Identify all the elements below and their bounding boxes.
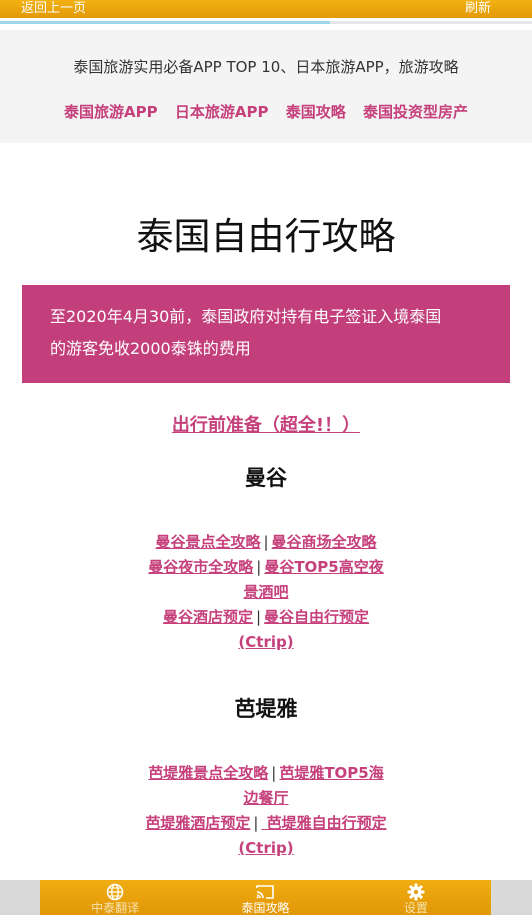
bottom-nav: 中泰翻译 泰国攻略 设置: [40, 880, 491, 915]
nav-item-label: 泰国攻略: [241, 901, 290, 915]
notice-banner: 至2020年4月30前，泰国政府对持有电子签证入境泰国 的游客免收2000泰铢的…: [22, 285, 510, 383]
pattaya-attractions-link[interactable]: 芭堤雅景点全攻略: [148, 764, 268, 782]
separator: |: [253, 814, 259, 832]
gear-icon: [407, 882, 425, 901]
page-load-progress: [0, 21, 532, 24]
separator: |: [271, 764, 277, 782]
preparation-link[interactable]: 出行前准备（超全!！）: [0, 411, 532, 437]
header-link-thailand-property[interactable]: 泰国投资型房产: [363, 103, 468, 121]
bangkok-trip-booking-link[interactable]: (Ctrip): [238, 633, 293, 651]
bangkok-rooftop-bars-link[interactable]: 景酒吧: [243, 583, 288, 601]
pattaya-hotel-booking-link[interactable]: 芭堤雅酒店预定: [145, 814, 250, 832]
header-link-thailand-guide[interactable]: 泰国攻略: [286, 103, 346, 121]
refresh-button[interactable]: 刷新: [465, 0, 491, 16]
progress-fill: [0, 21, 330, 24]
globe-icon: [106, 882, 124, 901]
pattaya-links: 芭堤雅景点全攻略 | 芭堤雅TOP5海 边餐厅 芭堤雅酒店预定 | 芭堤雅自由行预定 …: [130, 761, 402, 861]
pattaya-seaside-restaurants-link[interactable]: 芭堤雅TOP5海: [279, 764, 383, 782]
bangkok-attractions-link[interactable]: 曼谷景点全攻略: [155, 533, 260, 551]
separator: |: [263, 533, 269, 551]
notice-line: 的游客免收2000泰铢的费用: [50, 339, 251, 358]
page-title: 泰国自由行攻略: [136, 215, 396, 258]
pattaya-trip-booking-link[interactable]: 芭堤雅自由行预定: [261, 814, 387, 832]
top-bar: 返回上一页 刷新: [0, 0, 532, 18]
pattaya-seaside-restaurants-link[interactable]: 边餐厅: [243, 789, 288, 807]
header-panel: 泰国旅游实用必备APP TOP 10、日本旅游APP，旅游攻略 泰国旅游APP …: [0, 30, 532, 143]
back-button[interactable]: 返回上一页: [21, 0, 86, 16]
nav-item-settings[interactable]: 设置: [341, 880, 491, 915]
separator: |: [256, 558, 262, 576]
nav-item-label: 设置: [403, 901, 428, 915]
bangkok-malls-link[interactable]: 曼谷商场全攻略: [272, 533, 377, 551]
pattaya-heading: 芭堤雅: [234, 697, 298, 721]
pattaya-trip-booking-link[interactable]: (Ctrip): [238, 839, 293, 857]
cast-icon: [254, 882, 276, 901]
bangkok-heading: 曼谷: [245, 466, 287, 490]
bangkok-rooftop-bars-link[interactable]: 曼谷TOP5高空夜: [264, 558, 383, 576]
header-title: 泰国旅游实用必备APP TOP 10、日本旅游APP，旅游攻略: [73, 58, 459, 76]
header-links: 泰国旅游APP 日本旅游APP 泰国攻略 泰国投资型房产: [0, 101, 532, 122]
separator: |: [255, 608, 262, 626]
bangkok-links: 曼谷景点全攻略 | 曼谷商场全攻略 曼谷夜市全攻略 | 曼谷TOP5高空夜 景酒吧 曼谷…: [130, 530, 402, 655]
nav-item-label: 中泰翻译: [91, 901, 140, 915]
bangkok-hotel-booking-link[interactable]: 曼谷酒店预定: [163, 608, 253, 626]
nav-item-translate[interactable]: 中泰翻译: [40, 880, 190, 915]
header-link-japan-app[interactable]: 日本旅游APP: [175, 103, 269, 121]
notice-line: 至2020年4月30前，泰国政府对持有电子签证入境泰国: [50, 307, 442, 326]
nav-item-thailand-guide[interactable]: 泰国攻略: [190, 880, 340, 915]
header-link-thailand-app[interactable]: 泰国旅游APP: [64, 103, 158, 121]
bangkok-trip-booking-link[interactable]: 曼谷自由行预定: [264, 608, 369, 626]
bangkok-night-market-link[interactable]: 曼谷夜市全攻略: [148, 558, 253, 576]
